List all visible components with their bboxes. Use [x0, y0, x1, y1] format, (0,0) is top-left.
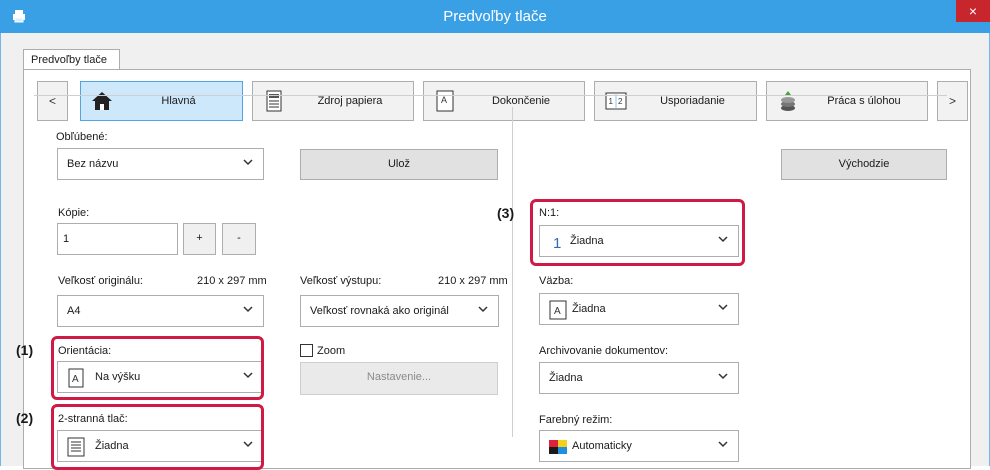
defaults-button[interactable]: Východzie: [781, 149, 947, 180]
svg-text:2: 2: [618, 97, 623, 106]
color-mode-label: Farebný režim:: [539, 414, 613, 426]
callout-1: (1): [16, 342, 34, 358]
copies-minus-button[interactable]: -: [222, 223, 256, 255]
nav-tab-label: Zdroj papiera: [317, 95, 383, 107]
title-bar: Predvoľby tlače ×: [0, 0, 990, 33]
nav-tab-finishing[interactable]: A Dokončenie: [423, 81, 585, 121]
archiving-dropdown[interactable]: Žiadna: [539, 362, 739, 394]
category-nav: < Hlavná Zdroj papiera A Dokončenie 1 2 …: [37, 81, 968, 123]
favorites-value: Bez názvu: [67, 158, 119, 170]
svg-text:A: A: [554, 306, 561, 317]
chevron-down-icon: [718, 304, 728, 311]
job-handling-icon: [781, 91, 795, 111]
nav-prev-button[interactable]: <: [37, 81, 68, 121]
highlight-orientation: [51, 336, 264, 400]
favorites-dropdown[interactable]: Bez názvu: [57, 148, 264, 180]
original-size-dims: 210 x 297 mm: [197, 275, 267, 287]
home-icon: [92, 92, 112, 110]
chevron-down-icon: [478, 306, 488, 313]
binding-label: Väzba:: [539, 275, 574, 287]
nav-separator: [34, 95, 947, 96]
binding-page-icon: A: [549, 300, 567, 320]
color-mode-value: Automaticky: [572, 440, 632, 452]
nav-tab-job-handling[interactable]: Práca s úlohou: [766, 81, 928, 121]
callout-3: (3): [497, 205, 515, 221]
original-size-value: A4: [67, 305, 81, 317]
binding-value: Žiadna: [572, 303, 606, 315]
nav-next-button[interactable]: >: [937, 81, 968, 121]
copies-plus-button[interactable]: +: [183, 223, 216, 255]
zoom-settings-button[interactable]: Nastavenie...: [300, 362, 498, 395]
favorites-label: Obľúbené:: [56, 131, 108, 143]
color-mode-dropdown[interactable]: Automaticky: [539, 430, 739, 462]
column-separator: [512, 107, 513, 437]
zoom-label: Zoom: [317, 345, 346, 357]
chevron-down-icon: [718, 373, 728, 380]
save-button[interactable]: Ulož: [300, 149, 498, 180]
layout-icon: 1 2: [605, 92, 627, 110]
window-title: Predvoľby tlače: [443, 8, 547, 25]
copies-input[interactable]: 1: [57, 223, 178, 255]
output-size-value: Veľkosť rovnaká ako originál: [310, 305, 449, 317]
tab-print-preferences[interactable]: Predvoľby tlače: [23, 49, 120, 70]
archiving-value: Žiadna: [549, 372, 583, 384]
callout-2: (2): [16, 410, 34, 426]
paper-tray-icon: [266, 90, 282, 112]
copies-value: 1: [63, 233, 70, 245]
svg-text:1: 1: [609, 97, 614, 106]
chevron-down-icon: [718, 441, 728, 448]
chevron-down-icon: [243, 306, 253, 313]
nav-tab-label: Dokončenie: [491, 95, 551, 107]
finishing-icon: A: [436, 90, 454, 112]
output-size-label: Veľkosť výstupu:: [300, 275, 382, 287]
copies-label: Kópie:: [58, 207, 90, 219]
color-squares-icon: [549, 440, 567, 454]
nav-tab-label: Usporiadanie: [660, 95, 725, 107]
chevron-down-icon: [243, 159, 253, 166]
highlight-duplex: [51, 404, 264, 470]
window-frame: Predvoľby tlače < Hlavná Zdroj papiera A…: [0, 33, 990, 469]
zoom-checkbox[interactable]: [300, 344, 313, 357]
nav-tab-main[interactable]: Hlavná: [80, 81, 243, 121]
nav-tab-label: Hlavná: [161, 95, 196, 107]
archiving-label: Archivovanie dokumentov:: [539, 345, 669, 357]
binding-dropdown[interactable]: A Žiadna: [539, 293, 739, 325]
output-size-dims: 210 x 297 mm: [438, 275, 508, 287]
original-size-dropdown[interactable]: A4: [57, 295, 264, 327]
highlight-nup: [530, 199, 745, 266]
nav-tab-layout[interactable]: 1 2 Usporiadanie: [594, 81, 757, 121]
nav-tab-paper-source[interactable]: Zdroj papiera: [252, 81, 414, 121]
output-size-dropdown[interactable]: Veľkosť rovnaká ako originál: [300, 295, 499, 327]
original-size-label: Veľkosť originálu:: [58, 275, 143, 287]
close-button[interactable]: ×: [956, 0, 990, 22]
svg-text:A: A: [441, 95, 447, 105]
nav-tab-label: Práca s úlohou: [827, 95, 901, 107]
